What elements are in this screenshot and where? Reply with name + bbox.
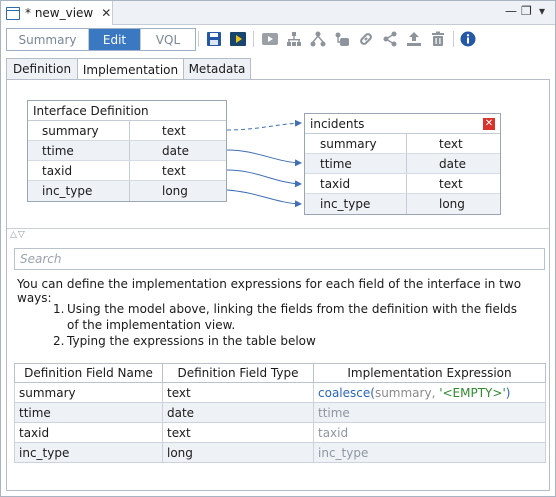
run-icon[interactable] — [229, 30, 247, 48]
toolbar-separator — [453, 31, 454, 47]
link-inc-type — [226, 189, 302, 208]
editor-tab-title: * new_view — [25, 6, 94, 20]
field-type: text — [162, 123, 186, 138]
tag-icon[interactable] — [333, 30, 351, 48]
field-type-cell: long — [162, 442, 314, 463]
field-type: date — [439, 156, 467, 171]
field-type-cell: date — [162, 402, 314, 423]
entity-row[interactable]: ttime date — [28, 141, 226, 161]
entity-row[interactable]: taxid text — [305, 174, 500, 194]
field-name: summary — [305, 134, 407, 153]
link-summary — [226, 119, 302, 131]
editor-tabstrip: * new_view ✕ — ❐ ▾ — [1, 1, 555, 25]
tree-icon[interactable] — [285, 30, 303, 48]
expression-cell[interactable]: inc_type — [313, 442, 546, 463]
column-header[interactable]: Definition Field Name — [14, 363, 163, 383]
field-name-cell: ttime — [14, 402, 163, 423]
list-item: 1. Using the model above, linking the fie… — [53, 302, 518, 332]
link-icon[interactable] — [357, 30, 375, 48]
summary-mode-button[interactable]: Summary — [7, 29, 89, 50]
table-row[interactable]: taxid text taxid — [14, 422, 546, 443]
field-type: text — [439, 176, 463, 191]
table-row[interactable]: inc_type long inc_type — [14, 442, 546, 463]
panel-splitter[interactable]: △▽ — [7, 228, 549, 242]
interface-definition-entity[interactable]: Interface Definition summary text ttime … — [27, 100, 227, 202]
preview-icon[interactable] — [261, 30, 279, 48]
field-type-cell: text — [162, 382, 314, 403]
instructions-list: 1. Using the model above, linking the fie… — [53, 301, 523, 349]
maximize-icon[interactable]: ❐ — [521, 4, 532, 18]
minimize-icon[interactable]: — — [505, 4, 517, 18]
field-name-cell: taxid — [14, 422, 163, 443]
entity-title: incidents — [305, 114, 500, 134]
list-item: 2. Typing the expressions in the table be… — [53, 334, 316, 348]
implementation-table: Definition Field Name Definition Field T… — [14, 363, 546, 463]
edit-mode-button[interactable]: Edit — [89, 29, 141, 50]
table-row[interactable]: ttime date ttime — [14, 402, 546, 423]
field-name: taxid — [28, 161, 130, 180]
field-type: date — [162, 143, 190, 158]
implementation-view-entity[interactable]: incidents ✕ summary text ttime date taxi… — [304, 113, 501, 215]
toolbar-separator — [253, 31, 254, 47]
toolbar: Summary Edit VQL — [1, 26, 555, 54]
entity-row[interactable]: ttime date — [305, 154, 500, 174]
field-name: inc_type — [28, 181, 130, 201]
link-taxid — [226, 169, 302, 188]
toolbar-separator — [198, 31, 199, 47]
mode-switcher: Summary Edit VQL — [6, 28, 196, 51]
tab-metadata[interactable]: Metadata — [183, 58, 251, 79]
field-type: long — [162, 184, 188, 198]
search-input[interactable]: Search — [14, 248, 545, 270]
view-editor-window: * new_view ✕ — ❐ ▾ Summary Edit VQL Defi… — [0, 0, 556, 497]
field-type: text — [439, 136, 463, 151]
view-icon — [6, 6, 20, 20]
model-diagram[interactable]: Interface Definition summary text ttime … — [7, 80, 549, 228]
column-header[interactable]: Implementation Expression — [313, 363, 546, 383]
share-icon[interactable] — [381, 30, 399, 48]
editor-tab-new-view[interactable]: * new_view ✕ — [1, 1, 113, 25]
field-type-cell: text — [162, 422, 314, 443]
trash-icon[interactable] — [429, 30, 447, 48]
entity-row[interactable]: inc_type long — [305, 194, 500, 214]
expression-cell[interactable]: ttime — [313, 402, 546, 423]
remove-view-icon[interactable]: ✕ — [483, 118, 495, 130]
field-name: ttime — [28, 141, 130, 160]
field-type: text — [162, 163, 186, 178]
column-header[interactable]: Definition Field Type — [162, 363, 314, 383]
vql-mode-button[interactable]: VQL — [141, 29, 195, 50]
info-icon[interactable] — [459, 30, 477, 48]
table-row[interactable]: summary text coalesce(summary, '<EMPTY>'… — [14, 382, 546, 403]
field-name: taxid — [305, 174, 407, 193]
expression-cell[interactable]: coalesce(summary, '<EMPTY>') — [313, 382, 546, 403]
export-icon[interactable] — [405, 30, 423, 48]
field-name-cell: inc_type — [14, 442, 163, 463]
expression-cell[interactable]: taxid — [313, 422, 546, 443]
link-ttime — [226, 149, 302, 167]
collapse-arrows-icon[interactable]: △▽ — [10, 230, 26, 240]
entity-row[interactable]: taxid text — [28, 161, 226, 181]
entity-row[interactable]: inc_type long — [28, 181, 226, 201]
tab-definition[interactable]: Definition — [6, 58, 78, 79]
field-name: summary — [28, 121, 130, 140]
close-icon[interactable]: ✕ — [101, 6, 111, 20]
entity-row[interactable]: summary text — [28, 121, 226, 141]
field-name: ttime — [305, 154, 407, 173]
tab-implementation[interactable]: Implementation — [77, 58, 184, 80]
field-type: long — [439, 197, 465, 211]
entity-row[interactable]: summary text — [305, 134, 500, 154]
entity-title: Interface Definition — [28, 101, 226, 121]
hierarchy-icon[interactable] — [309, 30, 327, 48]
field-name-cell: summary — [14, 382, 163, 403]
field-name: inc_type — [305, 194, 407, 214]
view-menu-icon[interactable]: ▾ — [539, 4, 545, 18]
save-icon[interactable] — [205, 30, 223, 48]
